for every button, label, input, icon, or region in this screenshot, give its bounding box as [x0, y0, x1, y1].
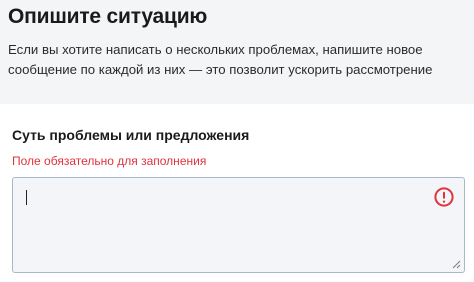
field-error-message: Поле обязательно для заполнения: [12, 154, 207, 168]
warning-icon: [434, 187, 454, 207]
page-title: Опишите ситуацию: [8, 5, 208, 28]
resize-handle-icon[interactable]: [452, 260, 461, 269]
feedback-form: Опишите ситуацию Если вы хотите написать…: [0, 0, 474, 282]
field-label: Суть проблемы или предложения: [12, 127, 250, 143]
intro-panel: Опишите ситуацию Если вы хотите написать…: [0, 0, 474, 104]
problem-textarea[interactable]: [12, 177, 465, 273]
text-caret: [26, 190, 27, 205]
intro-description: Если вы хотите написать о нескольких про…: [8, 42, 433, 77]
